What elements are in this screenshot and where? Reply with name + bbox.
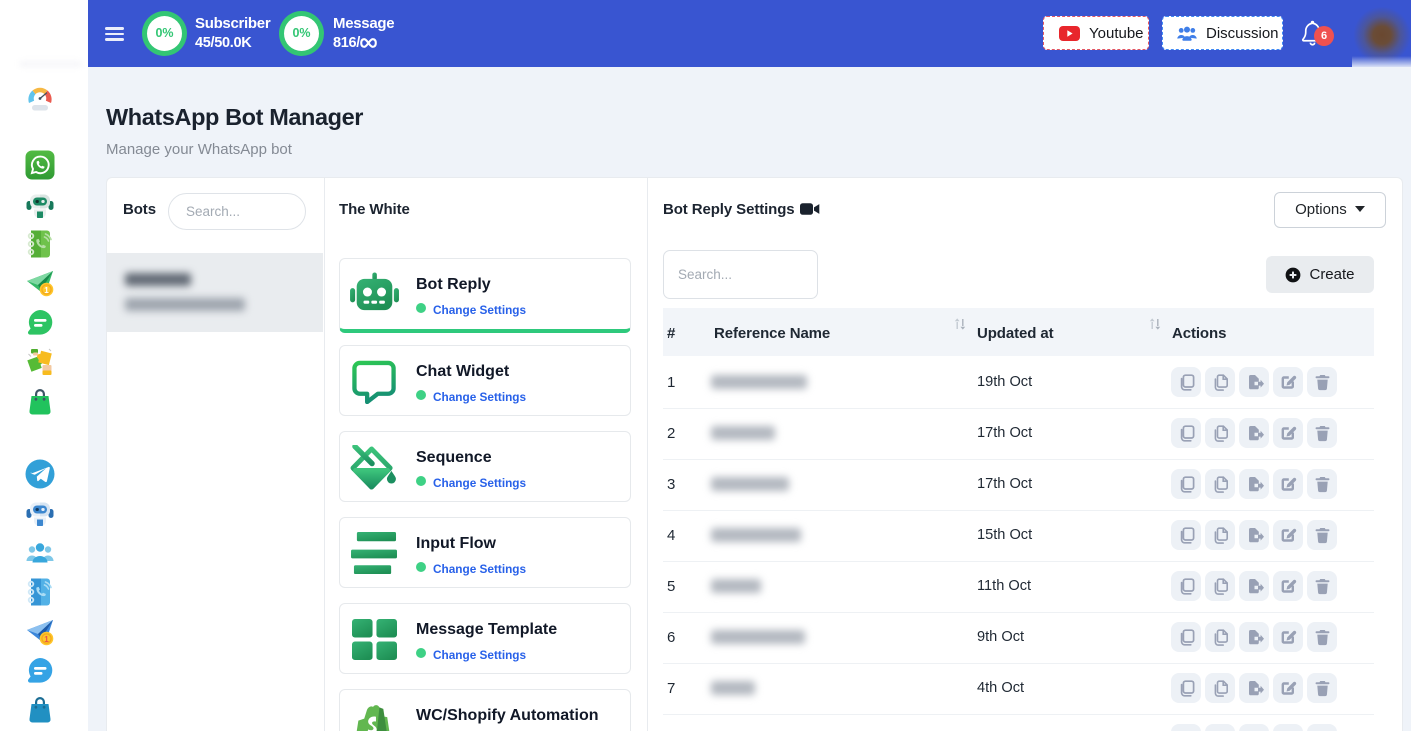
svg-text:1: 1 (44, 635, 49, 644)
svg-text:1: 1 (44, 286, 49, 295)
